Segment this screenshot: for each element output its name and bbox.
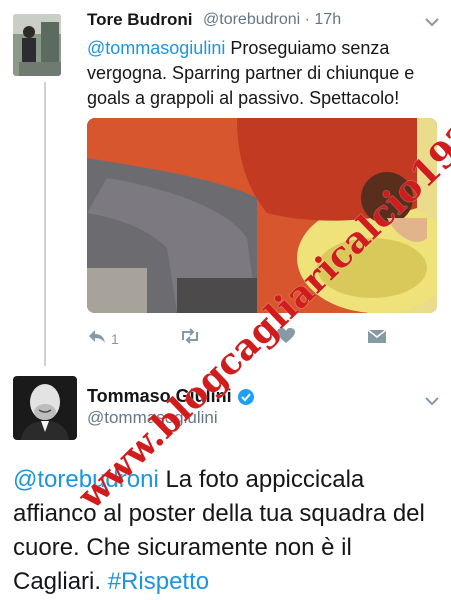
like-button[interactable] <box>277 328 295 349</box>
verified-badge-icon <box>237 388 255 406</box>
tweet-actions: 1 <box>87 328 397 350</box>
reply-count: 1 <box>111 330 119 347</box>
retweet-icon <box>179 328 201 349</box>
tweet-photo[interactable] <box>87 118 437 313</box>
avatar[interactable] <box>13 376 77 440</box>
tweet-text: @torebudroni La foto appiccicala affianc… <box>13 463 443 599</box>
direct-message-button[interactable] <box>367 328 387 349</box>
thread-connector-line <box>44 82 46 366</box>
avatar[interactable] <box>13 14 61 76</box>
author-name-row[interactable]: Tommaso Giulini <box>87 386 255 407</box>
retweet-button[interactable] <box>179 328 201 349</box>
reply-button[interactable]: 1 <box>87 328 119 349</box>
chevron-down-icon[interactable] <box>425 393 439 411</box>
reply-icon <box>87 328 107 349</box>
heart-icon <box>277 328 295 349</box>
author-name[interactable]: Tore Budroni <box>87 10 192 30</box>
tweet-text: @tommasogiulini Proseguiamo senza vergog… <box>87 36 447 111</box>
author-handle-and-time: @torebudroni · 17h <box>203 11 342 28</box>
mention-link[interactable]: @tommasogiulini <box>87 38 225 58</box>
hashtag-link[interactable]: #Rispetto <box>108 568 209 595</box>
chevron-down-icon[interactable] <box>425 14 439 32</box>
envelope-icon <box>367 328 387 349</box>
mention-link[interactable]: @torebudroni <box>13 466 159 493</box>
author-handle: @tommasogiulini <box>87 408 218 427</box>
author-name[interactable]: Tommaso Giulini <box>87 386 232 407</box>
